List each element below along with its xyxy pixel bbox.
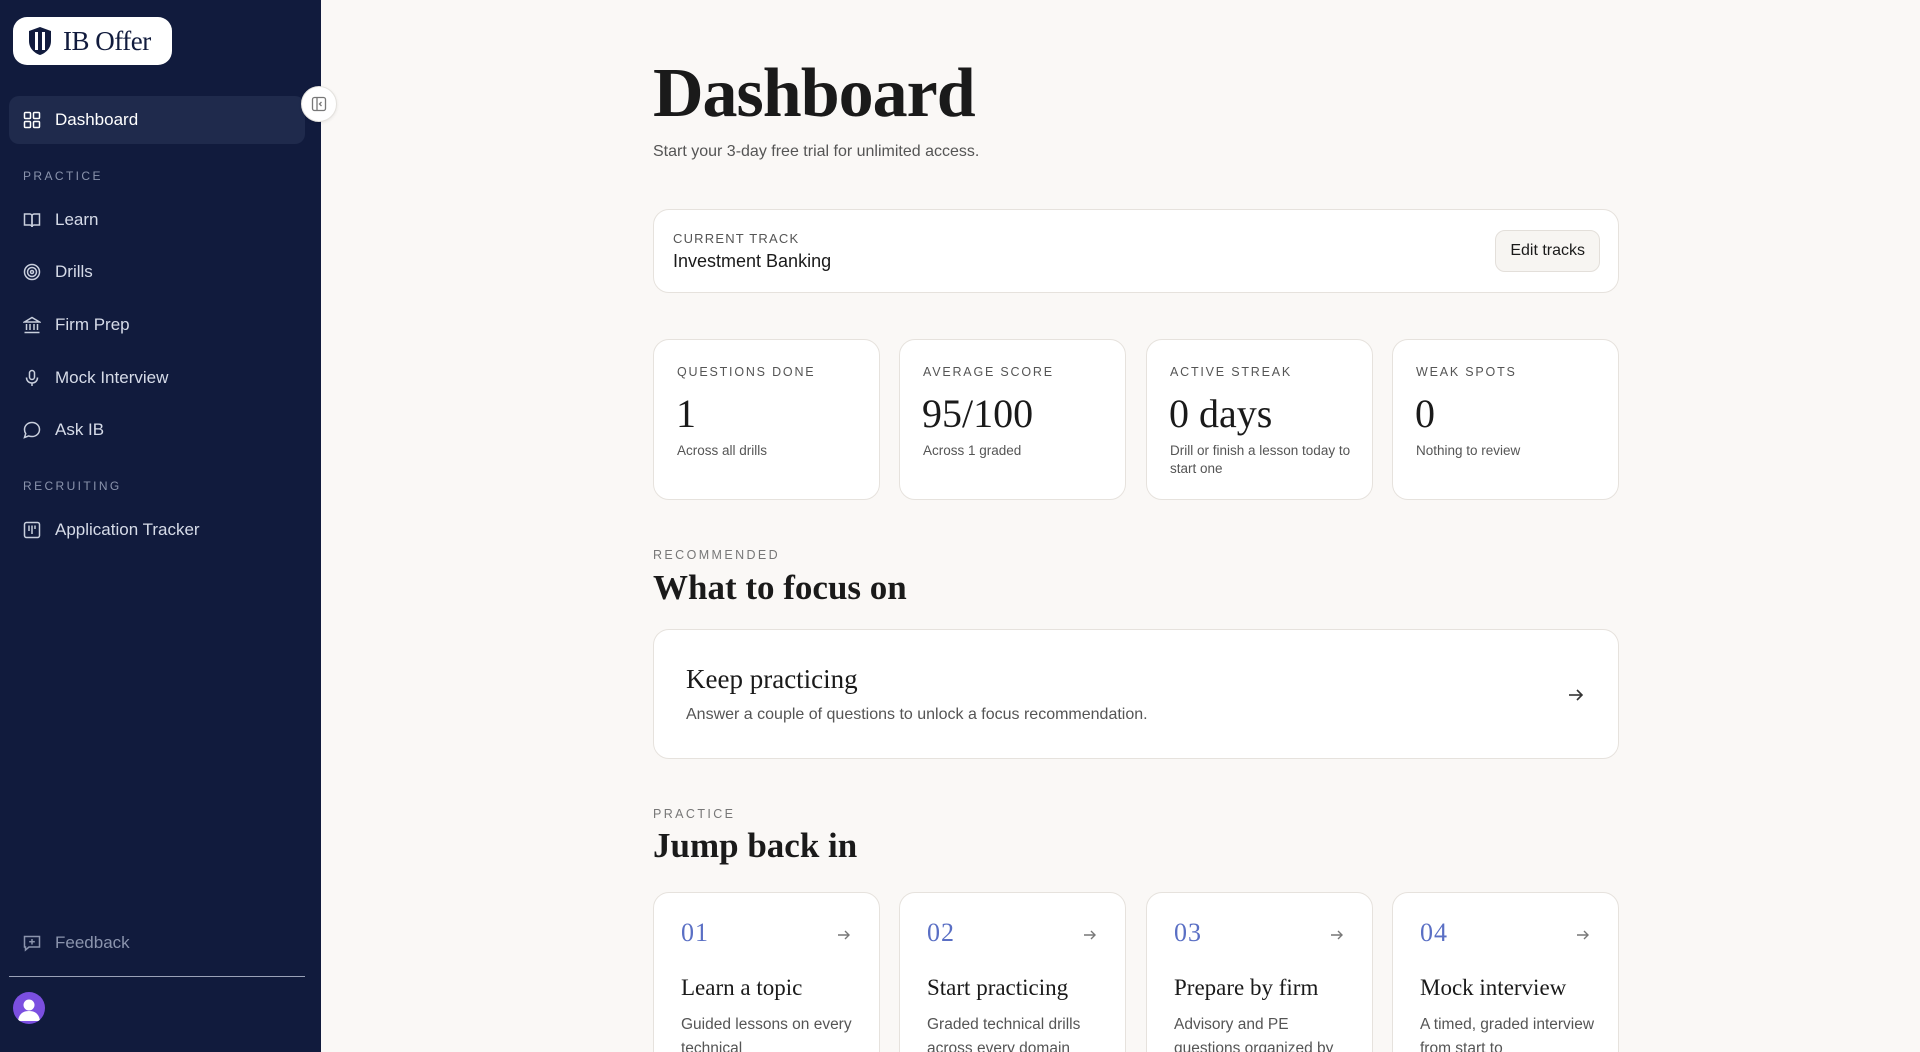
feedback-icon xyxy=(23,935,41,952)
book-icon xyxy=(23,213,41,228)
stat-label: WEAK SPOTS xyxy=(1416,365,1517,379)
stat-note: Across all drills xyxy=(677,443,768,458)
jump-card-number: 03 xyxy=(1174,918,1202,947)
arrow-right-icon xyxy=(1331,930,1343,940)
current-track-value: Investment Banking xyxy=(673,251,832,271)
stat-label: QUESTIONS DONE xyxy=(677,365,816,379)
jump-card-description: Graded technical drills across every dom… xyxy=(927,1016,1081,1052)
user-icon xyxy=(18,999,40,1021)
stat-value: 1 xyxy=(676,391,696,436)
sidebar-item-label: Dashboard xyxy=(55,110,139,129)
arrow-right-icon xyxy=(1577,930,1589,940)
practice-title: Jump back in xyxy=(653,826,858,865)
arrow-right-icon xyxy=(838,930,850,940)
sidebar-item-label: Learn xyxy=(55,210,99,229)
stat-note: Nothing to review xyxy=(1416,443,1521,458)
sidebar-item-learn[interactable]: Learn xyxy=(9,196,305,244)
sidebar-item-drills[interactable]: Drills xyxy=(9,248,305,296)
sidebar-item-label: Drills xyxy=(55,262,93,281)
user-avatar[interactable] xyxy=(13,992,45,1024)
page-title: Dashboard xyxy=(653,55,976,132)
jump-card-title: Learn a topic xyxy=(681,975,803,1000)
chat-bubble-icon xyxy=(23,421,41,439)
sidebar-divider xyxy=(9,976,305,977)
sidebar-item-mock-interview[interactable]: Mock Interview xyxy=(9,354,305,402)
feedback-label: Feedback xyxy=(55,933,130,952)
stat-note: Drill or finish a lesson today to start … xyxy=(1170,443,1351,476)
arrow-right-icon xyxy=(1569,689,1584,701)
app-logo[interactable]: IB Offer xyxy=(13,17,172,65)
practice-section-label: PRACTICE xyxy=(23,169,103,183)
feedback-button[interactable]: Feedback xyxy=(9,919,305,967)
sidebar-item-application-tracker[interactable]: Application Tracker xyxy=(9,506,305,554)
stat-value: 0 xyxy=(1415,391,1435,436)
stat-card-questions-done: QUESTIONS DONE 1 Across all drills xyxy=(653,339,880,500)
current-track-label: CURRENT TRACK xyxy=(673,231,800,246)
sidebar-item-label: Firm Prep xyxy=(55,315,130,334)
jump-card-number: 02 xyxy=(927,918,955,947)
edit-tracks-button[interactable]: Edit tracks xyxy=(1495,230,1600,272)
focus-card[interactable]: Keep practicing Answer a couple of quest… xyxy=(653,629,1619,759)
stat-note: Across 1 graded xyxy=(923,443,1022,458)
kanban-icon xyxy=(23,521,41,539)
practice-eyebrow: PRACTICE xyxy=(653,807,736,821)
sidebar-item-firm-prep[interactable]: Firm Prep xyxy=(9,301,305,349)
sidebar-item-label: Ask IB xyxy=(55,420,105,439)
bank-icon xyxy=(23,316,41,334)
stat-card-average-score: AVERAGE SCORE 95/100 Across 1 graded xyxy=(899,339,1126,500)
recruiting-section-label: RECRUITING xyxy=(23,479,122,493)
jump-card-title: Mock interview xyxy=(1420,975,1567,1000)
sidebar: IB Offer Dashboard PRACTICE Learn Drills… xyxy=(0,0,321,1052)
jump-card-practice[interactable]: 02 Start practicing Graded technical dri… xyxy=(899,892,1126,1052)
stat-card-active-streak: ACTIVE STREAK 0 days Drill or finish a l… xyxy=(1146,339,1373,500)
collapse-sidebar-button[interactable] xyxy=(301,86,337,122)
sidebar-item-label: Application Tracker xyxy=(55,520,200,539)
stat-card-weak-spots: WEAK SPOTS 0 Nothing to review xyxy=(1392,339,1619,500)
jump-card-title: Prepare by firm xyxy=(1174,975,1319,1000)
recommended-eyebrow: RECOMMENDED xyxy=(653,548,781,562)
focus-card-title: Keep practicing xyxy=(686,664,858,694)
jump-card-number: 04 xyxy=(1420,918,1448,947)
microphone-icon xyxy=(25,369,39,386)
stat-label: AVERAGE SCORE xyxy=(923,365,1054,379)
page-subtitle: Start your 3-day free trial for unlimite… xyxy=(653,143,980,160)
app-name: IB Offer xyxy=(63,25,151,56)
focus-card-description: Answer a couple of questions to unlock a… xyxy=(686,706,1148,723)
jump-card-title: Start practicing xyxy=(927,975,1069,1000)
target-icon xyxy=(23,263,41,281)
jump-card-number: 01 xyxy=(681,918,709,947)
sidebar-toggle-icon xyxy=(311,96,327,112)
arrow-right-icon xyxy=(1084,930,1096,940)
jump-card-description: A timed, graded interview from start to xyxy=(1420,1016,1595,1052)
current-track-card: CURRENT TRACK Investment Banking Edit tr… xyxy=(653,209,1619,293)
sidebar-item-label: Mock Interview xyxy=(55,368,169,387)
stat-label: ACTIVE STREAK xyxy=(1170,365,1293,379)
jump-card-learn[interactable]: 01 Learn a topic Guided lessons on every… xyxy=(653,892,880,1052)
jump-card-firm[interactable]: 03 Prepare by firm Advisory and PE quest… xyxy=(1146,892,1373,1052)
sidebar-item-ask-ib[interactable]: Ask IB xyxy=(9,406,305,454)
recommended-title: What to focus on xyxy=(653,568,907,607)
stat-value: 0 days xyxy=(1169,391,1273,436)
jump-card-description: Guided lessons on every technical xyxy=(681,1016,852,1052)
jump-card-mock-interview[interactable]: 04 Mock interview A timed, graded interv… xyxy=(1392,892,1619,1052)
grid-icon xyxy=(23,111,41,129)
jump-card-description: Advisory and PE questions organized by xyxy=(1174,1016,1334,1052)
shield-logo-icon xyxy=(29,27,51,55)
sidebar-item-dashboard[interactable]: Dashboard xyxy=(9,96,305,144)
stat-value: 95/100 xyxy=(922,391,1034,436)
